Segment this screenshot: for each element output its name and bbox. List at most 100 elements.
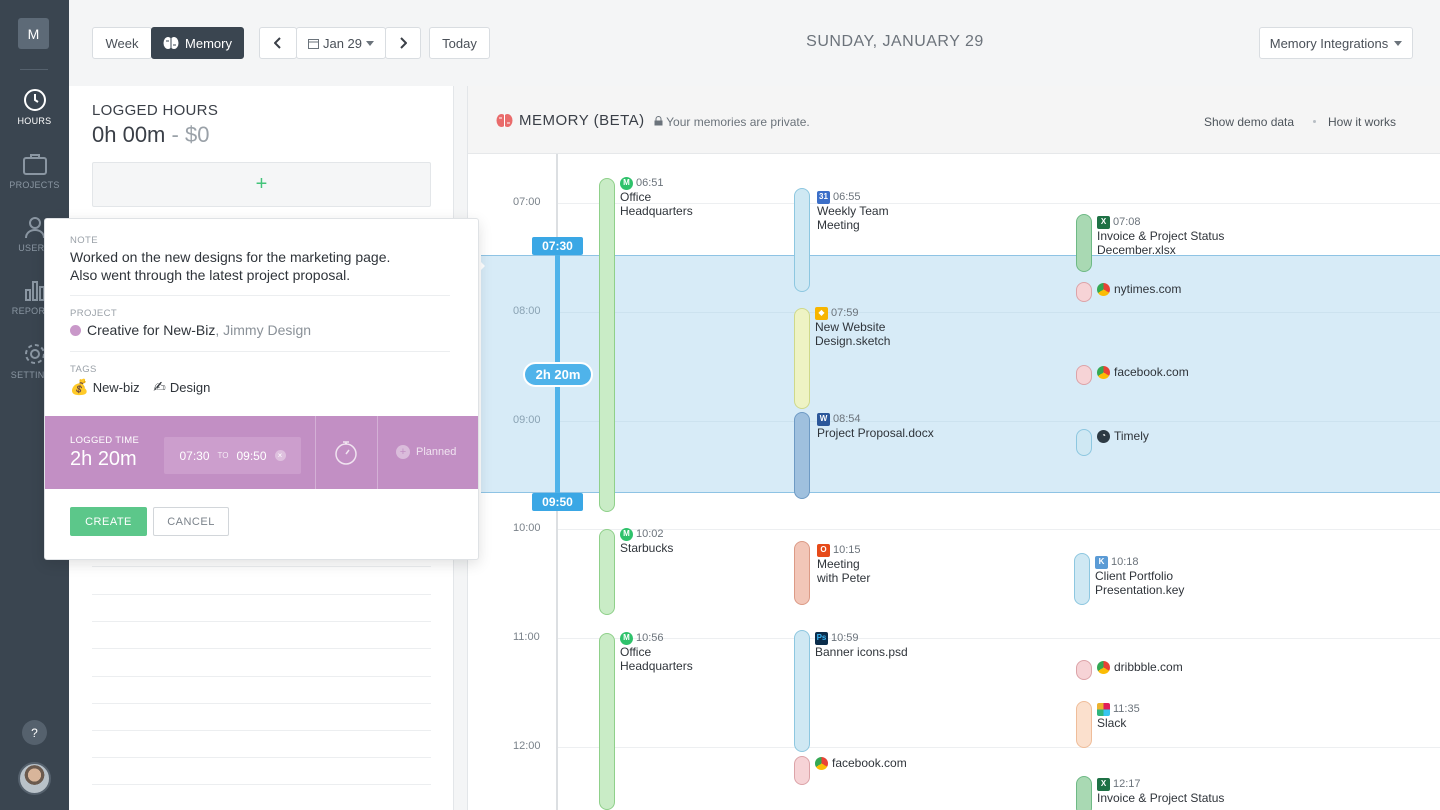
activity-bar[interactable] (794, 541, 810, 605)
activity-bar[interactable] (599, 178, 615, 512)
logged-time-value[interactable]: 2h 20m (70, 448, 137, 471)
tag-design[interactable]: ✍ Design (153, 378, 210, 396)
activity-item[interactable]: M 10:56 Office Headquarters (620, 631, 693, 673)
activity-bar[interactable] (794, 630, 810, 752)
privacy-note: Your memories are private. (654, 115, 810, 129)
activity-item[interactable]: K 10:18 Client Portfolio Presentation.key (1095, 555, 1184, 597)
week-view-button[interactable]: Week (92, 27, 152, 59)
note-label: NOTE (70, 235, 98, 246)
next-day-button[interactable] (385, 27, 421, 59)
activity-time: 06:55 (833, 191, 861, 203)
how-it-works-link[interactable]: How it works (1328, 115, 1396, 129)
avatar[interactable] (18, 762, 51, 795)
end-time[interactable]: 09:50 (236, 449, 266, 463)
activity-bar[interactable] (1076, 365, 1092, 385)
tag-new-biz[interactable]: 💰 New-biz (70, 378, 140, 396)
sketch-icon: ◆ (815, 306, 828, 320)
time-range-field[interactable]: 07:30 TO 09:50 × (164, 437, 301, 474)
calendar-icon: 31 (817, 190, 830, 204)
activity-item[interactable]: nytimes.com (1097, 282, 1181, 296)
activity-bar[interactable] (599, 633, 615, 810)
activity-subtitle: with Peter (817, 571, 871, 585)
activity-bar[interactable] (1076, 701, 1092, 748)
activity-item[interactable]: M 10:02 Starbucks (620, 527, 673, 555)
workspace-logo[interactable]: M (18, 18, 49, 49)
logged-hours-title: LOGGED HOURS (92, 102, 219, 119)
activity-item[interactable]: Ps 10:59 Banner icons.psd (815, 631, 908, 659)
user-icon (24, 217, 45, 239)
logged-separator: - (165, 122, 185, 147)
selection-end-handle[interactable]: 09:50 (532, 493, 583, 511)
excel-icon: X (1097, 215, 1110, 229)
clear-time-button[interactable]: × (274, 450, 286, 461)
memory-title: MEMORY (BETA) (496, 112, 645, 129)
memory-integrations-button[interactable]: Memory Integrations (1259, 27, 1413, 59)
add-entry-button[interactable]: + (92, 162, 431, 207)
stopwatch-icon[interactable] (334, 440, 358, 466)
hour-line (558, 747, 1440, 748)
activity-bar[interactable] (599, 529, 615, 615)
activity-bar[interactable] (1076, 429, 1092, 456)
activity-bar[interactable] (1076, 776, 1092, 810)
activity-time: 07:08 (1113, 216, 1141, 228)
selection-start-handle[interactable]: 07:30 (532, 237, 583, 255)
activity-bar[interactable] (794, 308, 810, 409)
activity-bar[interactable] (1074, 553, 1090, 605)
activity-bar[interactable] (794, 756, 810, 785)
divider (377, 416, 378, 489)
divider (92, 676, 431, 677)
help-button[interactable]: ? (22, 720, 47, 745)
divider (70, 295, 450, 296)
activity-item[interactable]: X 12:17 Invoice & Project Status (1097, 777, 1224, 805)
prev-day-button[interactable] (259, 27, 297, 59)
memory-header: MEMORY (BETA) Your memories are private.… (468, 86, 1440, 154)
gear-icon (24, 344, 45, 364)
activity-bar[interactable] (794, 188, 810, 292)
project-label: PROJECT (70, 308, 118, 319)
activity-bar[interactable] (1076, 282, 1092, 302)
activity-item[interactable]: facebook.com (1097, 365, 1189, 379)
chrome-icon (815, 756, 828, 770)
project-color-dot (70, 325, 81, 336)
show-demo-data-link[interactable]: Show demo data (1204, 115, 1294, 129)
planned-toggle[interactable]: + Planned (396, 445, 456, 459)
activity-time: 10:56 (636, 632, 664, 644)
activity-bar[interactable] (794, 412, 810, 499)
note-field[interactable]: Worked on the new designs for the market… (70, 248, 390, 284)
moves-icon: M (620, 631, 633, 645)
activity-item[interactable]: O 10:15 Meeting with Peter (817, 543, 870, 585)
today-button[interactable]: Today (429, 27, 490, 59)
tags-field[interactable]: 💰 New-biz ✍ Design (70, 378, 220, 396)
excel-icon: X (1097, 777, 1110, 791)
logged-hours: 2h (70, 448, 93, 470)
cancel-button[interactable]: CANCEL (153, 507, 229, 536)
divider (92, 784, 431, 785)
activity-item[interactable]: dribbble.com (1097, 660, 1183, 674)
office-icon: O (817, 543, 830, 557)
logged-money-value: $0 (184, 122, 210, 147)
activity-item[interactable]: X 07:08 Invoice & Project Status December… (1097, 215, 1224, 257)
activity-subtitle: Meeting (817, 218, 860, 232)
activity-item[interactable]: ◆ 07:59 New Website Design.sketch (815, 306, 890, 348)
project-field[interactable]: Creative for New-Biz, Jimmy Design (70, 322, 311, 338)
start-time[interactable]: 07:30 (179, 449, 209, 463)
sidebar-item-label: PROJECTS (9, 180, 60, 190)
activity-bar[interactable] (1076, 660, 1092, 680)
activity-title: nytimes.com (1114, 282, 1182, 296)
activity-item[interactable]: facebook.com (815, 756, 907, 770)
create-button[interactable]: CREATE (70, 507, 147, 536)
activity-bar[interactable] (1076, 214, 1092, 272)
date-picker-button[interactable]: Jan 29 (296, 27, 386, 59)
activity-item[interactable]: M 06:51 Office Headquarters (620, 176, 693, 218)
activity-item[interactable]: 11:35 Slack (1097, 702, 1140, 730)
activity-item[interactable]: W 08:54 Project Proposal.docx (817, 412, 934, 440)
memory-title-label: MEMORY (BETA) (519, 112, 645, 129)
activity-title: Project Proposal.docx (817, 426, 934, 440)
planned-label: Planned (416, 446, 457, 458)
activity-item[interactable]: ◔ Timely (1097, 429, 1149, 443)
time-selection[interactable] (481, 255, 1440, 493)
activity-item[interactable]: 31 06:55 Weekly Team Meeting (817, 190, 889, 232)
memory-view-button[interactable]: Memory (151, 27, 244, 59)
sidebar-item-projects[interactable]: PROJECTS (0, 152, 69, 190)
sidebar-item-hours[interactable]: HOURS (0, 88, 69, 126)
